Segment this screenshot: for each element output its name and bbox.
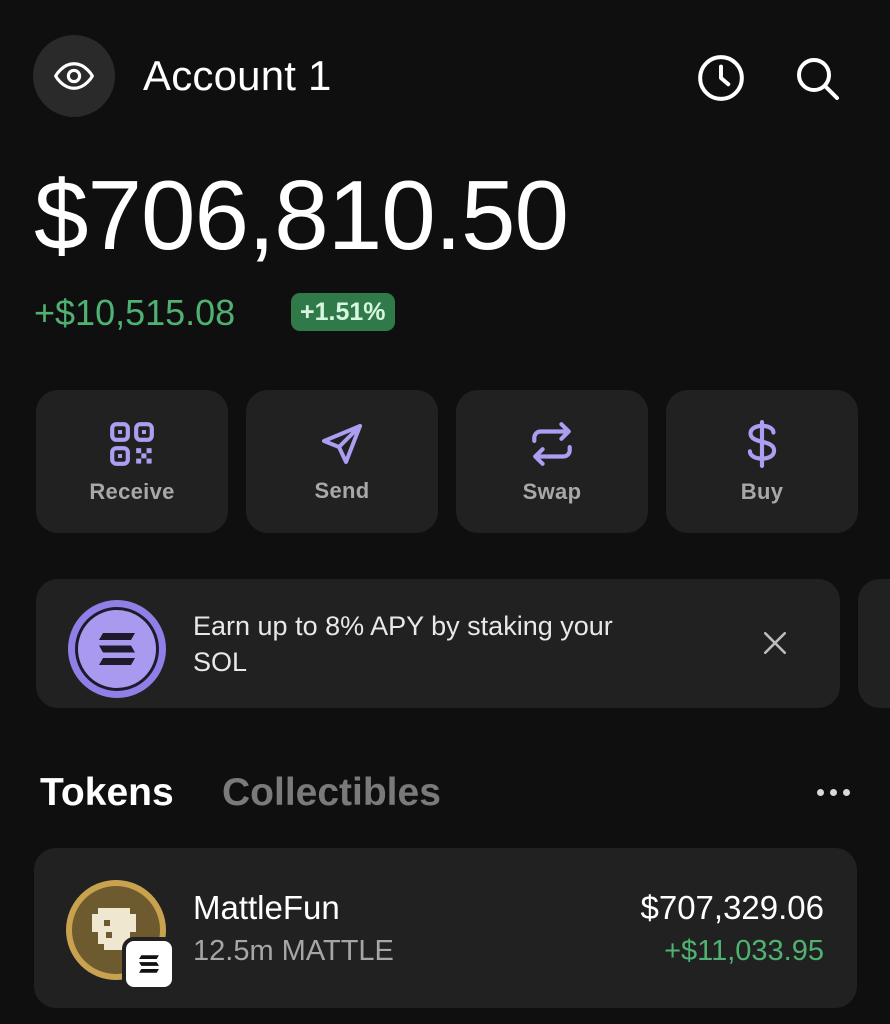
buy-label: Buy [740, 478, 784, 504]
solana-chain-icon [139, 955, 159, 973]
send-label: Send [314, 477, 370, 503]
receive-button[interactable]: Receive [36, 390, 228, 533]
send-icon [322, 423, 362, 464]
buy-button[interactable]: Buy [666, 390, 858, 533]
tab-tokens[interactable]: Tokens [40, 771, 174, 815]
clock-icon [698, 55, 744, 101]
swap-button[interactable]: Swap [456, 390, 648, 533]
search-button[interactable] [789, 50, 845, 106]
tab-collectibles[interactable]: Collectibles [222, 771, 441, 815]
more-dot [829, 788, 837, 796]
balance-change-percent: +1.51% [300, 297, 386, 326]
send-button[interactable]: Send [246, 390, 438, 533]
receive-label: Receive [89, 478, 175, 504]
dismiss-promo-button[interactable] [752, 620, 798, 666]
token-change: +$11,033.95 [664, 935, 824, 967]
total-balance: $706,810.50 [34, 160, 569, 270]
more-dot [816, 788, 824, 796]
token-amount: 12.5m MATTLE [193, 935, 394, 967]
more-dot [842, 788, 850, 796]
next-promo-card-peek[interactable] [858, 579, 890, 708]
balance-change: +$10,515.08 [34, 292, 236, 333]
qr-code-icon [110, 421, 154, 466]
dollar-icon [747, 419, 777, 468]
swap-icon [532, 421, 572, 466]
staking-promo-text: Earn up to 8% APY by staking your SOL [193, 611, 613, 677]
visibility-toggle-button[interactable] [33, 35, 115, 117]
balance-change-percent-badge: +1.51% [291, 293, 395, 331]
history-button[interactable] [693, 50, 749, 106]
eye-icon [54, 62, 94, 90]
token-name: MattleFun [193, 889, 340, 926]
swap-label: Swap [522, 478, 582, 504]
solana-chain-badge [122, 937, 176, 991]
token-value: $707,329.06 [640, 889, 824, 926]
account-name[interactable]: Account 1 [143, 52, 332, 100]
more-options-button[interactable] [806, 772, 860, 812]
close-icon [763, 631, 787, 655]
solana-icon [68, 600, 166, 698]
search-icon [797, 58, 839, 100]
